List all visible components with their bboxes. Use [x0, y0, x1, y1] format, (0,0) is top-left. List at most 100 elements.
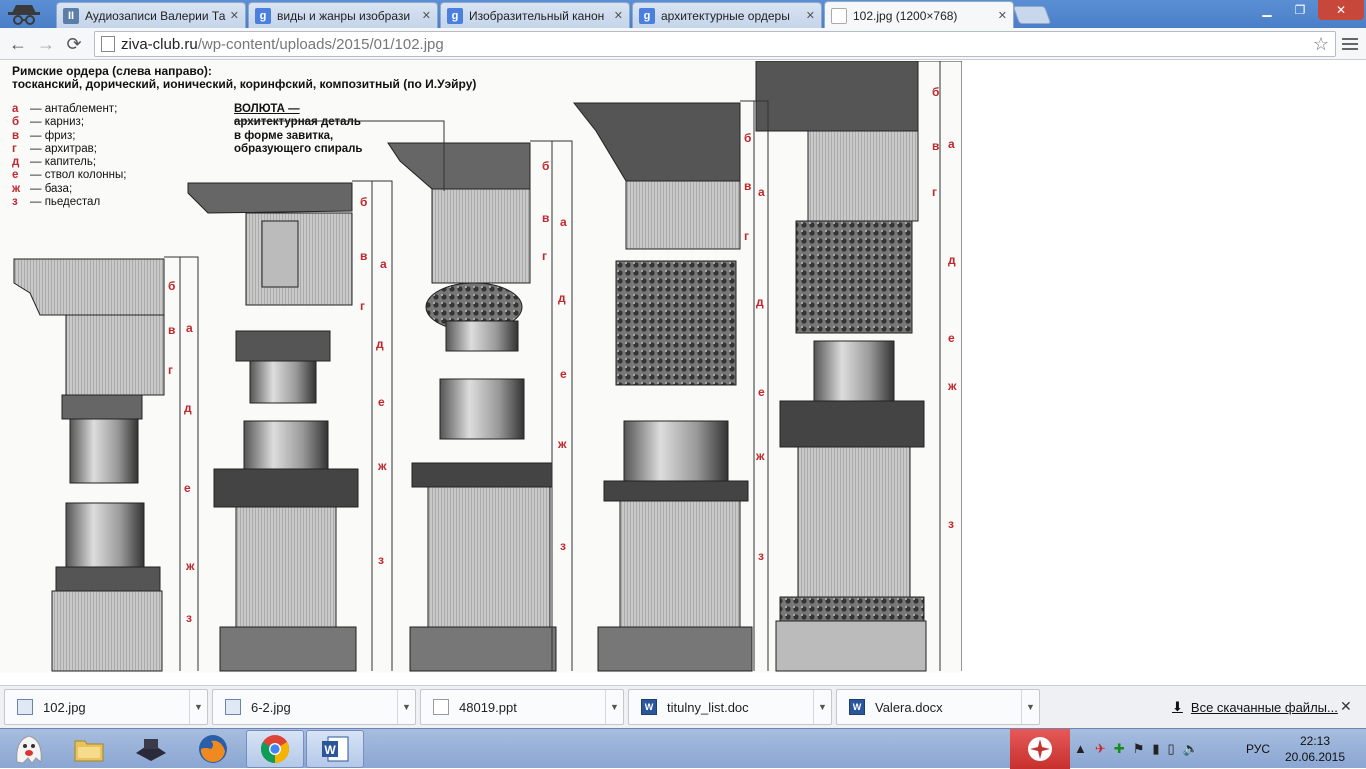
label-g: г	[932, 185, 937, 199]
close-tab-icon[interactable]: ✕	[998, 9, 1007, 22]
start-ghost-icon[interactable]	[0, 730, 58, 768]
label-zh: ж	[756, 449, 765, 463]
svg-text:W: W	[324, 743, 336, 757]
download-item[interactable]: 102.jpg ▼	[4, 689, 208, 725]
all-downloads-link[interactable]: ⬇ Все скачанные файлы...	[1172, 699, 1338, 715]
chevron-down-icon[interactable]: ▼	[397, 690, 415, 724]
label-g: г	[542, 249, 547, 263]
address-bar[interactable]: ziva-club.ru /wp-content/uploads/2015/01…	[94, 31, 1336, 57]
label-zh: ж	[186, 559, 195, 573]
clock[interactable]: 22:13 20.06.2015	[1284, 733, 1346, 765]
tab-canon[interactable]: g Изобразительный канон ✕	[440, 2, 630, 28]
label-e: е	[948, 331, 955, 345]
file-explorer-icon[interactable]	[60, 730, 118, 768]
label-a: а	[948, 137, 955, 151]
network-icon[interactable]: ▮	[1152, 741, 1159, 757]
firefox-icon[interactable]	[184, 730, 242, 768]
incognito-icon	[8, 5, 40, 25]
label-v: в	[744, 179, 752, 193]
label-z: з	[948, 517, 954, 531]
label-d: д	[184, 401, 192, 415]
close-window-button[interactable]: ✕	[1318, 0, 1364, 20]
close-tab-icon[interactable]: ✕	[422, 9, 431, 22]
blank-file-icon	[433, 699, 449, 715]
clock-time: 22:13	[1299, 734, 1331, 748]
language-indicator[interactable]: РУС	[1246, 742, 1270, 756]
chrome-menu-button[interactable]	[1340, 34, 1360, 54]
download-item[interactable]: W titulny_list.doc ▼	[628, 689, 832, 725]
windows-taskbar: W ▲ ✈ ✚ ⚑ ▮ ▯ 🔈 РУС 22:13 20.06.2015	[0, 728, 1366, 769]
antivirus-tray-icon[interactable]	[1010, 729, 1070, 769]
tab-genres[interactable]: g виды и жанры изобрази ✕	[248, 2, 438, 28]
label-z: з	[378, 553, 384, 567]
label-zh: ж	[558, 437, 567, 451]
tray-app-icon[interactable]: ✈	[1095, 741, 1106, 757]
tab-image[interactable]: 102.jpg (1200×768) ✕	[824, 1, 1014, 29]
browser-toolbar: ← → ⟳ ziva-club.ru /wp-content/uploads/2…	[0, 28, 1366, 60]
clock-date: 20.06.2015	[1284, 750, 1346, 764]
label-e: е	[184, 481, 191, 495]
chrome-icon[interactable]	[246, 730, 304, 768]
vk-icon: II	[63, 7, 79, 24]
label-b: б	[542, 159, 550, 173]
hat-app-icon[interactable]	[122, 730, 180, 768]
download-item[interactable]: 6-2.jpg ▼	[212, 689, 416, 725]
forward-button[interactable]: →	[34, 32, 58, 56]
tray-app-icon[interactable]: ✚	[1114, 741, 1125, 757]
document-icon	[831, 7, 847, 24]
download-item[interactable]: W Valera.docx ▼	[836, 689, 1040, 725]
page-viewport: Римские ордера (слева направо): тосканск…	[0, 61, 1366, 685]
download-name: Valera.docx	[875, 699, 943, 715]
downloads-shelf: 102.jpg ▼ 6-2.jpg ▼ 48019.ppt ▼ W tituln…	[0, 685, 1366, 728]
maximize-button[interactable]: ❐	[1286, 0, 1314, 20]
chevron-down-icon[interactable]: ▼	[1021, 690, 1039, 724]
label-e: е	[560, 367, 567, 381]
reload-button[interactable]: ⟳	[62, 32, 86, 56]
google-icon: g	[255, 7, 271, 24]
back-button[interactable]: ←	[6, 32, 30, 56]
label-a: а	[758, 185, 765, 199]
label-g: г	[360, 299, 365, 313]
word-file-icon: W	[641, 699, 657, 715]
new-tab-button[interactable]	[1012, 6, 1052, 24]
label-d: д	[376, 337, 384, 351]
chevron-down-icon[interactable]: ▼	[813, 690, 831, 724]
bookmark-star-icon[interactable]: ☆	[1313, 34, 1329, 55]
tab-orders[interactable]: g архитектурные ордеры ✕	[632, 2, 822, 28]
close-tab-icon[interactable]: ✕	[230, 9, 239, 22]
label-b: б	[360, 195, 368, 209]
word-icon[interactable]: W	[306, 730, 364, 768]
download-item[interactable]: 48019.ppt ▼	[420, 689, 624, 725]
label-a: а	[380, 257, 387, 271]
image-file-icon	[17, 699, 33, 715]
roman-orders-image: Римские ордера (слева направо): тосканск…	[0, 61, 962, 673]
download-name: titulny_list.doc	[667, 699, 749, 715]
close-shelf-icon[interactable]: ✕	[1340, 698, 1352, 715]
volume-icon[interactable]: 🔈	[1183, 741, 1199, 757]
chevron-down-icon[interactable]: ▼	[189, 690, 207, 724]
url-host: ziva-club.ru	[121, 35, 198, 53]
flag-icon[interactable]: ⚑	[1133, 741, 1145, 757]
show-hidden-icons[interactable]: ▲	[1074, 741, 1087, 757]
word-file-icon: W	[849, 699, 865, 715]
label-d: д	[558, 291, 566, 305]
chevron-down-icon[interactable]: ▼	[605, 690, 623, 724]
label-z: з	[186, 611, 192, 625]
label-zh: ж	[378, 459, 387, 473]
close-tab-icon[interactable]: ✕	[614, 9, 623, 22]
label-z: з	[560, 539, 566, 553]
columns-illustration	[13, 61, 962, 672]
system-tray: ▲ ✈ ✚ ⚑ ▮ ▯ 🔈	[1074, 741, 1199, 757]
tab-audio[interactable]: II Аудиозаписи Валерии Та ✕	[56, 2, 246, 28]
label-b: б	[168, 279, 176, 293]
google-icon: g	[639, 7, 655, 24]
label-zh: ж	[948, 379, 957, 393]
label-g: г	[168, 363, 173, 377]
label-a: а	[186, 321, 193, 335]
url-path: /wp-content/uploads/2015/01/102.jpg	[197, 35, 444, 53]
battery-icon[interactable]: ▯	[1168, 741, 1175, 757]
close-tab-icon[interactable]: ✕	[806, 9, 815, 22]
label-e: е	[378, 395, 385, 409]
minimize-button[interactable]: ▁	[1254, 0, 1280, 20]
download-arrow-icon: ⬇	[1172, 699, 1183, 714]
